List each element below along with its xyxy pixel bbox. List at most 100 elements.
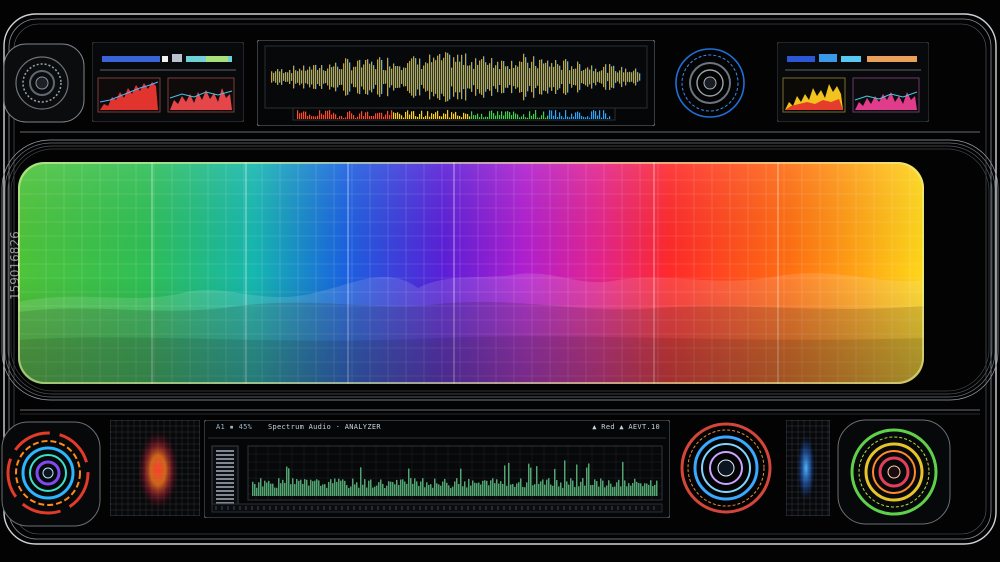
waveform-bar (331, 67, 333, 87)
waveform-bar (545, 62, 547, 92)
waveform-bar (437, 55, 439, 99)
mini-wave-bar (547, 115, 549, 119)
mini-wave-bar (339, 116, 341, 119)
waveform-bar (575, 68, 577, 86)
mini-wave-bar (493, 113, 495, 119)
waveform-bar (595, 68, 597, 86)
analyzer-bar (486, 480, 488, 496)
analyzer-bar (326, 487, 328, 496)
waveform-bar (475, 58, 477, 96)
waveform-bar (301, 70, 303, 84)
analyzer-bar (394, 484, 396, 496)
waveform-bar (471, 62, 473, 92)
waveform-bar (633, 70, 635, 84)
analyzer-bar (458, 483, 460, 496)
analyzer-bar (304, 479, 306, 496)
waveform-bar (411, 58, 413, 96)
waveform-bar (401, 70, 403, 84)
mini-wave-bar (573, 116, 575, 119)
waveform-bar (535, 65, 537, 89)
analyzer-bar (490, 480, 492, 496)
waveform-bar (283, 73, 285, 81)
mini-wave-bar (357, 116, 359, 119)
waveform-bar (509, 68, 511, 86)
mini-wave-bar (431, 113, 433, 119)
analyzer-bar (306, 479, 308, 496)
mini-wave-bar (309, 114, 311, 119)
analyzer-bar (528, 463, 530, 496)
waveform-bar (537, 68, 539, 86)
mini-wave-bar (567, 116, 569, 119)
analyzer-bar (330, 479, 332, 496)
waveform-bar (349, 62, 351, 92)
analyzer-bar (546, 479, 548, 496)
analyzer-bar (452, 486, 454, 496)
analyzer-bar (290, 484, 292, 496)
mini-wave-bar (455, 111, 457, 119)
waveform-bar (485, 62, 487, 92)
mini-wave-bar (307, 115, 309, 119)
waveform-bar (335, 62, 337, 92)
analyzer-bar (382, 483, 384, 496)
waveform-bar (639, 73, 641, 81)
mini-wave-bar (589, 117, 591, 119)
waveform-bar (299, 68, 301, 86)
analyzer-bar (388, 481, 390, 496)
mini-wave-bar (401, 115, 403, 119)
analyzer-bar (384, 487, 386, 496)
waveform-bar (451, 67, 453, 87)
analyzer-bar (608, 480, 610, 496)
waveform-bar (297, 71, 299, 83)
mini-wave-bar (351, 113, 353, 119)
waveform-bar (551, 63, 553, 91)
analyzer-bar (470, 485, 472, 496)
mini-wave-bar (383, 116, 385, 119)
waveform-bar (557, 64, 559, 90)
waveform-bar (433, 57, 435, 97)
mini-wave-bar (323, 114, 325, 119)
waveform-bar (393, 63, 395, 91)
analyzer-bar (298, 480, 300, 496)
mini-wave-bar (529, 111, 531, 119)
waveform-bar (555, 59, 557, 95)
analyzer-bar (606, 485, 608, 496)
waveform-bar (461, 54, 463, 100)
analyzer-bar (510, 484, 512, 496)
analyzer-bar (636, 481, 638, 496)
waveform-bar (291, 73, 293, 81)
mini-wave-bar (603, 110, 605, 119)
analyzer-bar (366, 487, 368, 496)
waveform-bar (395, 66, 397, 88)
analyzer-bar (540, 481, 542, 496)
analyzer-bar (632, 483, 634, 496)
analyzer-bar (634, 478, 636, 496)
waveform-bar (525, 57, 527, 97)
waveform-bar (285, 72, 287, 82)
waveform-bar (363, 64, 365, 90)
mini-wave-bar (311, 116, 313, 119)
analyzer-bar (372, 487, 374, 496)
analyzer-bar (342, 479, 344, 496)
analyzer-bar (370, 479, 372, 496)
waveform-bar (627, 72, 629, 82)
analyzer-bar (488, 485, 490, 496)
waveform-bar (531, 61, 533, 93)
mini-wave-bar (397, 112, 399, 119)
mini-wave-bar (441, 116, 443, 119)
waveform-bar (427, 63, 429, 91)
analyzer-status-left: A1 ▪ 45% (216, 423, 253, 431)
waveform-bar (505, 66, 507, 88)
analyzer-bar (536, 466, 538, 496)
waveform-bar (439, 53, 441, 101)
analyzer-bar (644, 483, 646, 496)
analyzer-bar (494, 483, 496, 496)
waveform-bar (479, 60, 481, 94)
mini-wave-bar (515, 113, 517, 119)
waveform-bar (549, 66, 551, 88)
waveform-bar (491, 58, 493, 96)
waveform-bar (457, 54, 459, 100)
waveform-bar (293, 65, 295, 89)
waveform-bar (583, 70, 585, 84)
bottom-heat-grid (110, 420, 200, 516)
waveform-bar (543, 63, 545, 91)
